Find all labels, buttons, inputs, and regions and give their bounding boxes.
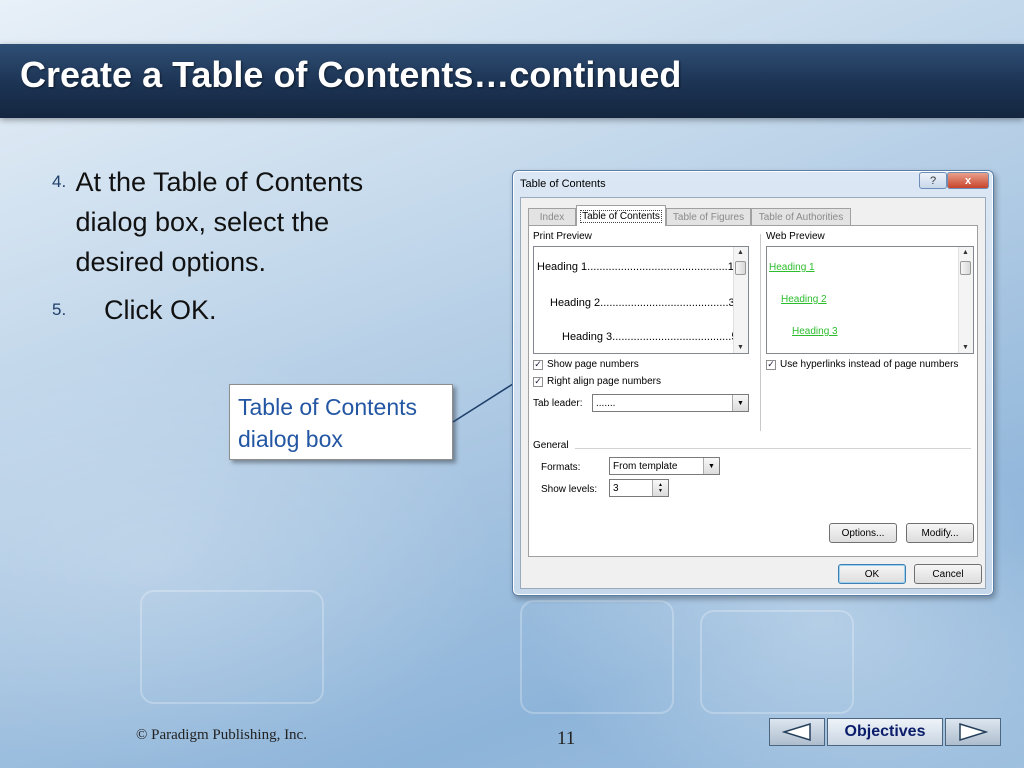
tab-label: Table of Contents [580, 209, 662, 223]
dialog-body: Index Table of Contents Table of Figures… [520, 197, 986, 589]
show-levels-label: Show levels: [541, 484, 598, 495]
general-divider [575, 448, 971, 449]
spin-arrows-icon[interactable]: ▲ ▼ [652, 480, 668, 496]
step-number: 4. [52, 172, 67, 191]
slide-navigation: Objectives [769, 718, 1001, 748]
print-preview-box: Heading 1...............................… [533, 246, 749, 354]
step-text: Click OK. [104, 295, 217, 325]
select-value: ....... [596, 397, 616, 409]
help-button[interactable]: ? [919, 172, 947, 189]
list-item: 5. Click OK. [52, 290, 412, 330]
options-button[interactable]: Options... [829, 523, 897, 543]
chevron-down-icon[interactable]: ▼ [703, 458, 719, 474]
right-align-checkbox[interactable]: ✓ Right align page numbers [533, 376, 661, 387]
tab-table-of-figures[interactable]: Table of Figures [666, 208, 751, 225]
checkmark-icon: ✓ [766, 359, 776, 370]
next-slide-button[interactable] [945, 718, 1001, 746]
web-preview-box: Heading 1 Heading 2 Heading 3 ▲ ▼ [766, 246, 974, 354]
footer-copyright: © Paradigm Publishing, Inc. [136, 727, 307, 743]
print-preview-line: Heading 3...............................… [562, 331, 738, 343]
tab-leader-label: Tab leader: [533, 398, 583, 409]
chevron-down-icon[interactable]: ▼ [732, 395, 748, 411]
toc-dialog: Table of Contents ? x Index Table of Con… [512, 170, 994, 596]
step-number: 5. [52, 300, 67, 319]
tab-leader-select[interactable]: ....... ▼ [592, 394, 749, 412]
formats-select[interactable]: From template ▼ [609, 457, 720, 475]
checkbox-label: Show page numbers [547, 359, 639, 370]
scroll-thumb[interactable] [735, 261, 746, 275]
scroll-down-icon[interactable]: ▼ [737, 344, 744, 351]
show-levels-stepper[interactable]: 3 ▲ ▼ [609, 479, 669, 497]
triangle-right-icon [959, 723, 988, 741]
web-preview-link: Heading 2 [781, 294, 827, 305]
print-preview-scrollbar[interactable]: ▲ ▼ [733, 247, 748, 353]
scroll-up-icon[interactable]: ▲ [962, 249, 969, 256]
scroll-up-icon[interactable]: ▲ [737, 249, 744, 256]
slide-title: Create a Table of Contents…continued [20, 54, 682, 95]
cancel-button[interactable]: Cancel [914, 564, 982, 584]
ok-button[interactable]: OK [838, 564, 906, 584]
web-preview-link: Heading 1 [769, 262, 815, 273]
use-hyperlinks-checkbox[interactable]: ✓ Use hyperlinks instead of page numbers [766, 359, 958, 370]
close-button[interactable]: x [947, 172, 989, 189]
list-item: 4. At the Table of Contents dialog box, … [52, 162, 412, 282]
checkbox-label: Right align page numbers [547, 376, 661, 387]
callout-box: Table of Contents dialog box [229, 384, 453, 460]
checkmark-icon: ✓ [533, 376, 543, 387]
scroll-thumb[interactable] [960, 261, 971, 275]
dialog-title: Table of Contents [520, 178, 606, 190]
modify-button[interactable]: Modify... [906, 523, 974, 543]
print-preview-line: Heading 2...............................… [550, 297, 735, 309]
select-value: From template [613, 460, 678, 472]
web-preview-label: Web Preview [766, 231, 825, 242]
step-list: 4. At the Table of Contents dialog box, … [52, 162, 412, 338]
web-preview-link: Heading 3 [792, 326, 838, 337]
checkbox-label: Use hyperlinks instead of page numbers [780, 359, 959, 370]
prev-slide-button[interactable] [769, 718, 825, 746]
background-key-shape [520, 600, 674, 714]
checkmark-icon: ✓ [533, 359, 543, 370]
print-preview-line: Heading 1...............................… [537, 261, 734, 273]
tab-table-of-contents[interactable]: Table of Contents [576, 205, 666, 226]
page-number: 11 [557, 728, 576, 749]
web-preview-scrollbar[interactable]: ▲ ▼ [958, 247, 973, 353]
general-label: General [533, 440, 569, 451]
column-divider [760, 234, 761, 431]
tab-table-of-authorities[interactable]: Table of Authorities [751, 208, 851, 225]
stepper-value: 3 [613, 482, 619, 494]
formats-label: Formats: [541, 462, 581, 473]
tab-index[interactable]: Index [528, 208, 576, 225]
callout-leader-line [452, 381, 517, 423]
tab-panel: Print Preview Heading 1.................… [528, 225, 978, 557]
background-key-shape [700, 610, 854, 714]
show-page-numbers-checkbox[interactable]: ✓ Show page numbers [533, 359, 639, 370]
triangle-left-icon [782, 723, 811, 741]
title-bar: Create a Table of Contents…continued [0, 44, 1024, 118]
objectives-button[interactable]: Objectives [827, 718, 943, 746]
step-text: At the Table of Contents dialog box, sel… [75, 167, 364, 277]
scroll-down-icon[interactable]: ▼ [962, 344, 969, 351]
print-preview-label: Print Preview [533, 231, 592, 242]
background-key-shape [140, 590, 324, 704]
callout-text: Table of Contents dialog box [238, 394, 418, 452]
